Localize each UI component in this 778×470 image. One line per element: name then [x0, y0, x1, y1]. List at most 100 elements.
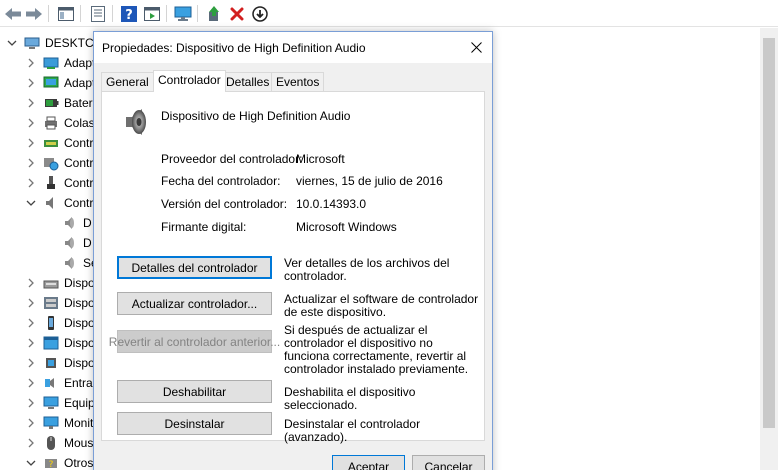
provider-value: Microsoft: [296, 152, 345, 166]
scan-hardware-changes-button[interactable]: [173, 4, 193, 24]
tab-detalles[interactable]: Detalles: [221, 72, 275, 91]
toolbar-separator: [112, 5, 113, 22]
help-button[interactable]: ?: [119, 4, 139, 24]
properties-button[interactable]: [88, 4, 108, 24]
other-devices-icon: ?: [43, 455, 59, 470]
svg-text:?: ?: [125, 8, 133, 22]
red-x-icon: [230, 7, 244, 21]
audio-input-icon: [43, 375, 59, 391]
chip-device-icon: [43, 355, 59, 371]
tree-item-label: Adapt: [64, 56, 96, 70]
speaker-icon: [62, 235, 78, 251]
chevron-right-icon[interactable]: [25, 177, 37, 189]
tree-item-label: Contr: [64, 176, 94, 190]
tree-item-label: Entra: [64, 376, 93, 390]
chevron-right-icon[interactable]: [25, 117, 37, 129]
chevron-right-icon[interactable]: [25, 137, 37, 149]
device-manager-window: ? DESKTC Adapt Adapt Bater Colas Contr C…: [0, 0, 778, 470]
tree-item-label: Contr: [64, 136, 94, 150]
dialog-titlebar[interactable]: Propiedades: Dispositivo de High Definit…: [94, 32, 492, 63]
update-driver-button[interactable]: [204, 4, 224, 24]
tree-item-label: Bater: [64, 96, 93, 110]
vertical-scrollbar[interactable]: [760, 28, 778, 470]
help-icon: ?: [121, 6, 137, 22]
disable-device-button[interactable]: [250, 4, 270, 24]
chevron-down-icon[interactable]: [25, 197, 37, 209]
battery-icon: [43, 95, 59, 111]
speaker-icon: [62, 215, 78, 231]
provider-label: Proveedor del controlador:: [161, 152, 303, 166]
tree-item-label: Dispo: [64, 276, 95, 290]
chevron-right-icon[interactable]: [25, 397, 37, 409]
tree-item-label: Colas: [64, 116, 95, 130]
usb-controller-icon: [43, 175, 59, 191]
close-button[interactable]: [464, 36, 488, 58]
chevron-right-icon[interactable]: [25, 277, 37, 289]
hid-device-icon: [43, 275, 59, 291]
chevron-right-icon[interactable]: [25, 57, 37, 69]
chevron-right-icon[interactable]: [25, 437, 37, 449]
disable-device-description: Deshabilita el dispositivo seleccionado.: [284, 385, 416, 412]
tab-eventos[interactable]: Eventos: [271, 72, 325, 91]
tree-item-label: Monit: [64, 416, 94, 430]
scrollbar-thumb[interactable]: [763, 38, 775, 428]
chevron-right-icon[interactable]: [25, 357, 37, 369]
properties-dialog: Propiedades: Dispositivo de High Definit…: [93, 31, 493, 470]
date-label: Fecha del controlador:: [161, 174, 281, 188]
uninstall-device-button[interactable]: [227, 4, 247, 24]
toolbar: ?: [0, 0, 778, 27]
dialog-title: Propiedades: Dispositivo de High Definit…: [102, 41, 366, 55]
driver-details-button[interactable]: Detalles del controlador: [117, 256, 272, 279]
disable-device-button[interactable]: Deshabilitar: [117, 380, 272, 403]
chevron-right-icon[interactable]: [25, 417, 37, 429]
chevron-right-icon[interactable]: [25, 337, 37, 349]
tab-controlador[interactable]: Controlador: [153, 70, 226, 92]
rollback-driver-button: Revertir al controlador anterior...: [109, 330, 280, 353]
storage-controller-icon: [43, 155, 59, 171]
chevron-right-icon[interactable]: [25, 317, 37, 329]
uninstall-driver-button[interactable]: Desinstalar: [117, 412, 272, 435]
tree-item-label: Contr: [64, 196, 94, 210]
toolbar-separator: [48, 5, 49, 22]
chevron-right-icon[interactable]: [25, 377, 37, 389]
monitor-icon: [43, 415, 59, 431]
forward-arrow-icon: [26, 8, 42, 20]
tree-item-label: Mous: [64, 436, 94, 450]
tab-general[interactable]: General: [101, 72, 154, 91]
display-adapter-icon: [43, 75, 59, 91]
cancel-button[interactable]: Cancelar: [412, 455, 485, 470]
console-tree-icon: [58, 7, 74, 21]
chevron-right-icon[interactable]: [25, 77, 37, 89]
print-queue-icon: [43, 115, 59, 131]
date-value: viernes, 15 de julio de 2016: [296, 174, 443, 188]
tree-item-label: Dispo: [64, 296, 95, 310]
chevron-right-icon[interactable]: [25, 297, 37, 309]
action-pane-icon: [144, 7, 160, 21]
device-name: Dispositivo de High Definition Audio: [161, 109, 351, 123]
toolbar-separator: [197, 5, 198, 22]
portable-device-icon: [43, 315, 59, 331]
chevron-right-icon[interactable]: [25, 157, 37, 169]
ide-controller-icon: [43, 135, 59, 151]
speaker-icon: [120, 106, 152, 138]
chevron-down-icon[interactable]: [25, 457, 37, 469]
ok-button[interactable]: Aceptar: [332, 455, 405, 470]
forward-button[interactable]: [24, 4, 44, 24]
speaker-icon: [62, 255, 78, 271]
action-pane-button[interactable]: [142, 4, 162, 24]
update-driver-button[interactable]: Actualizar controlador...: [117, 292, 272, 315]
uninstall-driver-description: Desinstalar el controlador (avanzado).: [284, 417, 421, 444]
back-button[interactable]: [3, 4, 23, 24]
computer-icon: [24, 35, 40, 51]
tree-item-label: Contr: [64, 156, 94, 170]
close-icon: [470, 41, 482, 53]
tree-item-label: Adapt: [64, 76, 96, 90]
tab-strip: General Controlador Detalles Eventos: [101, 70, 481, 92]
driver-details-description: Ver detalles de los archivos del control…: [284, 256, 450, 283]
mouse-icon: [43, 435, 59, 451]
version-value: 10.0.14393.0: [296, 197, 367, 211]
chevron-right-icon[interactable]: [25, 97, 37, 109]
update-driver-icon: [209, 6, 219, 21]
chevron-down-icon[interactable]: [6, 37, 18, 49]
show-hide-console-tree-button[interactable]: [56, 4, 76, 24]
